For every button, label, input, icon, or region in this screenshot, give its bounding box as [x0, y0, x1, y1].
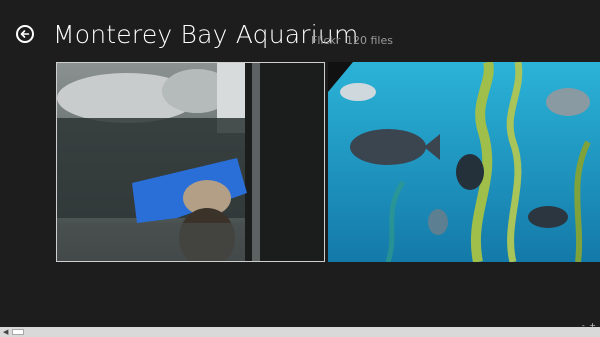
kelp-forest-image	[328, 62, 600, 262]
chevron-left-icon[interactable]: ◀	[3, 328, 8, 336]
scroll-thumb[interactable]	[12, 329, 24, 335]
horizontal-scrollbar[interactable]: ◀	[0, 327, 600, 337]
sea-lion-photo[interactable]	[56, 62, 325, 262]
source-label: Flickr	[311, 34, 341, 47]
photo-strip	[0, 62, 600, 262]
sea-lion-image	[57, 63, 324, 261]
semantic-zoom-icon[interactable]: - +	[582, 321, 597, 330]
back-arrow-icon	[20, 30, 30, 38]
back-button[interactable]	[16, 25, 34, 43]
file-count: 120 files	[346, 34, 393, 47]
kelp-forest-photo[interactable]	[328, 62, 600, 262]
